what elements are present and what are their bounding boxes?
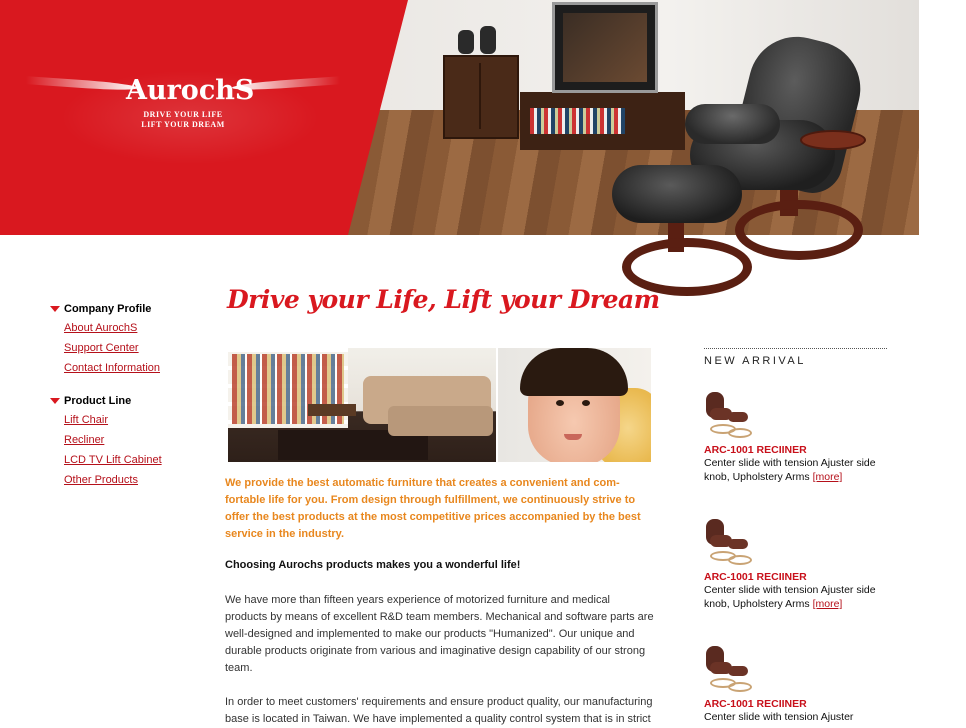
recliner-chair-base bbox=[735, 200, 863, 260]
thumb-ottoman bbox=[728, 412, 748, 422]
ottoman-image bbox=[612, 165, 742, 223]
recliner-chair-tray bbox=[800, 130, 866, 150]
nav-group-product-line: Product Line Lift Chair Recliner LCD TV … bbox=[50, 392, 210, 490]
nav-group-title: Product Line bbox=[64, 395, 132, 407]
more-link[interactable]: [more] bbox=[813, 471, 843, 483]
tagline-line-2: LIFT YOUR DREAM bbox=[141, 120, 225, 129]
product-card: ARC-1001 RECIINER Center slide with tens… bbox=[704, 644, 894, 724]
section-subhead: Choosing Aurochs products makes you a wo… bbox=[225, 559, 521, 571]
recliner-chair-arm bbox=[685, 104, 780, 144]
thumb-ottoman bbox=[728, 539, 748, 549]
more-link[interactable]: [more] bbox=[813, 598, 843, 610]
product-description-text: Center slide with tension Ajuster bbox=[704, 711, 854, 723]
nav-group-title: Company Profile bbox=[64, 303, 152, 315]
photo-hair bbox=[520, 348, 628, 396]
product-thumbnail[interactable] bbox=[704, 644, 752, 694]
tv-image bbox=[552, 2, 658, 93]
speaker-image bbox=[480, 26, 496, 54]
brand-logo[interactable]: AurochS bbox=[126, 75, 254, 106]
photo-coffee-table bbox=[308, 404, 356, 416]
product-card: ARC-1001 RECIINER Center slide with tens… bbox=[704, 517, 894, 611]
product-thumbnail[interactable] bbox=[704, 390, 752, 440]
photo-sofa-chaise bbox=[388, 406, 493, 436]
tagline-line-1: DRIVE YOUR LIFE bbox=[143, 110, 223, 119]
page-headline: Drive your Life, Lift your Dream bbox=[227, 285, 660, 314]
nav-link-recliner[interactable]: Recliner bbox=[64, 430, 210, 450]
nav-link-contact-information[interactable]: Contact Information bbox=[64, 358, 210, 378]
nav-link-lift-chair[interactable]: Lift Chair bbox=[64, 410, 210, 430]
intro-paragraph: We provide the best automatic furniture … bbox=[225, 477, 641, 540]
product-description: Center slide with tension Ajuster bbox=[704, 710, 884, 724]
triangle-down-icon bbox=[50, 398, 60, 404]
thumb-ottoman-base bbox=[728, 555, 752, 565]
new-arrival-heading: NEW ARRIVAL bbox=[704, 348, 887, 367]
body-paragraph-2: In order to meet customers' requirements… bbox=[225, 696, 653, 725]
child-photo bbox=[498, 348, 651, 462]
cabinet-image bbox=[443, 55, 519, 139]
photo-eye bbox=[582, 400, 590, 406]
body-paragraph-1: We have more than fifteen years experien… bbox=[225, 594, 654, 674]
product-description: Center slide with tension Ajuster side k… bbox=[704, 583, 884, 611]
product-thumbnail[interactable] bbox=[704, 517, 752, 567]
product-title[interactable]: ARC-1001 RECIINER bbox=[704, 444, 894, 456]
nav-link-lcd-tv-lift-cabinet[interactable]: LCD TV Lift Cabinet bbox=[64, 450, 210, 470]
product-description-text: Center slide with tension Ajuster side k… bbox=[704, 457, 876, 483]
nav-group-heading[interactable]: Product Line bbox=[50, 392, 210, 410]
thumb-ottoman bbox=[728, 666, 748, 676]
product-title[interactable]: ARC-1001 RECIINER bbox=[704, 571, 894, 583]
speaker-image bbox=[458, 30, 474, 54]
nav-group-company-profile: Company Profile About AurochS Support Ce… bbox=[50, 300, 210, 378]
nav-link-support-center[interactable]: Support Center bbox=[64, 338, 210, 358]
thumb-ottoman-base bbox=[728, 428, 752, 438]
product-description-text: Center slide with tension Ajuster side k… bbox=[704, 584, 876, 610]
bookshelf-image bbox=[530, 108, 625, 134]
product-title[interactable]: ARC-1001 RECIINER bbox=[704, 698, 894, 710]
sidebar-nav: Company Profile About AurochS Support Ce… bbox=[50, 300, 210, 490]
thumb-ottoman-base bbox=[728, 682, 752, 692]
triangle-down-icon bbox=[50, 306, 60, 312]
photo-eye bbox=[556, 400, 564, 406]
product-card: ARC-1001 RECIINER Center slide with tens… bbox=[704, 390, 894, 484]
living-room-photo bbox=[228, 348, 496, 462]
product-description: Center slide with tension Ajuster side k… bbox=[704, 456, 884, 484]
nav-link-other-products[interactable]: Other Products bbox=[64, 470, 210, 490]
nav-group-heading[interactable]: Company Profile bbox=[50, 300, 210, 318]
brand-tagline: DRIVE YOUR LIFE LIFT YOUR DREAM bbox=[124, 110, 242, 130]
nav-link-about[interactable]: About AurochS bbox=[64, 318, 210, 338]
